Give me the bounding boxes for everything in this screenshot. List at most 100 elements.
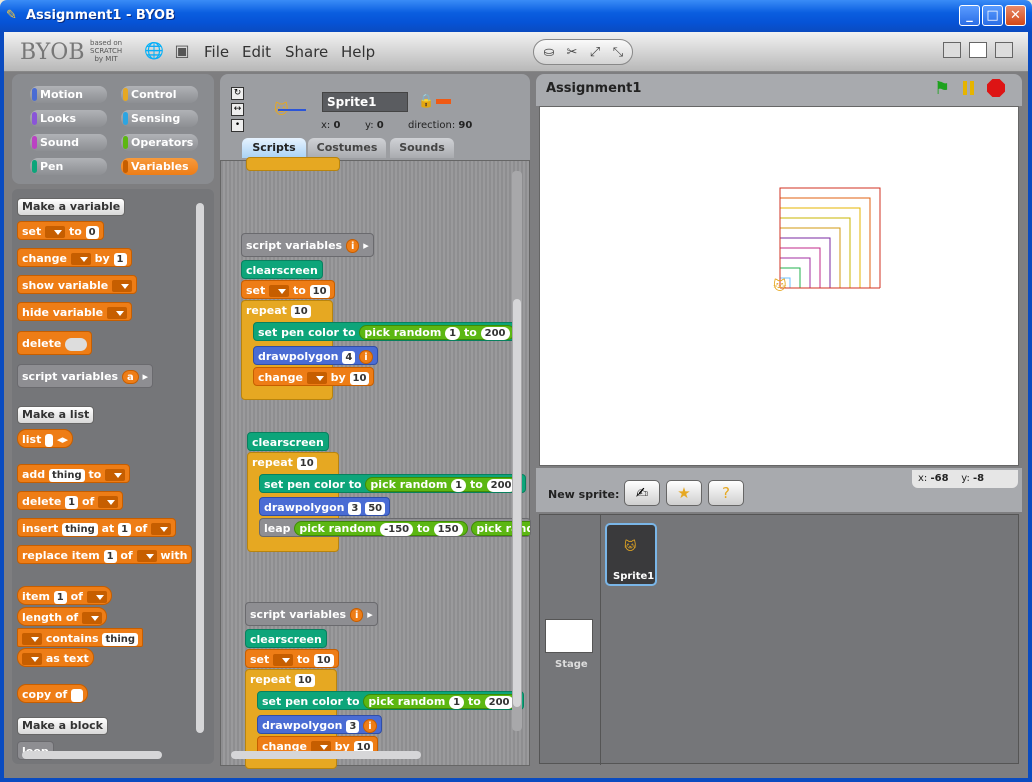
block-delete-of-list[interactable]: delete 1 of xyxy=(17,491,124,510)
category-looks[interactable]: Looks xyxy=(30,110,107,127)
variable-orb[interactable]: i xyxy=(359,350,373,364)
tab-sounds[interactable]: Sounds xyxy=(390,138,454,158)
block-drawpolygon[interactable]: drawpolygon 3 i xyxy=(257,715,382,734)
value-slot[interactable]: 1 xyxy=(103,549,117,563)
grow-icon[interactable]: ⤢ xyxy=(585,43,605,63)
tab-scripts[interactable]: Scripts xyxy=(242,138,306,158)
value-slot[interactable]: thing xyxy=(49,468,85,482)
dropdown-icon[interactable] xyxy=(98,496,119,508)
block-set-pen-color[interactable]: set pen color to pick random 1 to 200 xyxy=(257,691,524,710)
value-slot[interactable]: 10 xyxy=(290,304,311,318)
block-change-variable[interactable]: change by 10 xyxy=(253,367,375,386)
make-block-button[interactable]: Make a block xyxy=(17,717,108,735)
dropdown-icon[interactable] xyxy=(151,523,172,535)
category-control[interactable]: Control xyxy=(121,86,198,103)
surprise-sprite-icon[interactable]: ? xyxy=(708,480,744,506)
dropdown-icon[interactable] xyxy=(22,653,42,665)
stage-canvas[interactable]: 🐱 xyxy=(539,106,1019,466)
block-script-variables[interactable]: script variables a ▸ xyxy=(17,364,154,388)
variable-orb[interactable]: a xyxy=(121,370,139,384)
variable-orb[interactable]: i xyxy=(363,719,377,733)
block-show-variable[interactable]: show variable xyxy=(17,275,138,294)
scissors-icon[interactable]: ✂ xyxy=(562,43,582,63)
menu-file[interactable]: File xyxy=(204,43,229,61)
dropdown-icon[interactable] xyxy=(112,280,133,292)
sprite1-thumbnail[interactable]: 🐱 Sprite1 xyxy=(605,523,657,586)
stop-sign-icon[interactable] xyxy=(987,79,1005,97)
category-motion[interactable]: Motion xyxy=(30,86,107,103)
menu-edit[interactable]: Edit xyxy=(242,43,271,61)
dropdown-icon[interactable] xyxy=(136,550,157,562)
block-pick-random[interactable]: pick random 1 to 200 xyxy=(365,477,521,492)
palette-vertical-scrollbar[interactable] xyxy=(196,203,204,733)
value-slot[interactable]: 1 xyxy=(118,522,132,536)
block-replace-item[interactable]: replace item 1 of with xyxy=(17,545,193,564)
script-horizontal-scrollbar[interactable] xyxy=(231,751,421,759)
value-slot[interactable]: 1 xyxy=(65,495,79,509)
maximize-button[interactable]: □ xyxy=(982,5,1003,26)
block-add-to-list[interactable]: add thing to xyxy=(17,464,131,483)
block-change-variable[interactable]: change by 1 xyxy=(17,248,132,267)
block-set-variable[interactable]: set to 0 xyxy=(17,221,104,240)
dropdown-icon[interactable] xyxy=(22,633,42,645)
palette-horizontal-scrollbar[interactable] xyxy=(22,751,162,759)
layout-normal-stage-icon[interactable] xyxy=(969,42,987,58)
paint-new-sprite-icon[interactable]: ✍ xyxy=(624,480,660,506)
sprite-on-stage-icon[interactable]: 🐱 xyxy=(773,278,787,294)
save-icon[interactable]: ▣ xyxy=(172,41,192,61)
block-hide-variable[interactable]: hide variable xyxy=(17,302,132,321)
dropdown-icon[interactable] xyxy=(70,253,91,265)
block-leap[interactable]: leap pick random -150 to 150 pick rand xyxy=(259,518,531,537)
dropdown-icon[interactable] xyxy=(273,654,294,666)
value-slot[interactable]: 4 xyxy=(342,350,356,364)
variable-orb[interactable]: i xyxy=(345,239,360,253)
value-slot[interactable]: 150 xyxy=(433,522,463,536)
dropdown-icon[interactable] xyxy=(86,591,107,603)
dropdown-icon[interactable] xyxy=(82,612,103,624)
block-drawpolygon[interactable]: drawpolygon 3 50 xyxy=(259,497,391,516)
minimize-button[interactable]: _ xyxy=(959,5,980,26)
block-script-variables[interactable]: script variables i ▸ xyxy=(245,602,378,626)
value-slot[interactable]: -150 xyxy=(380,522,414,536)
block-clearscreen[interactable]: clearscreen xyxy=(247,432,329,451)
block-insert[interactable]: insert thing at 1 of xyxy=(17,518,177,537)
dropdown-icon[interactable] xyxy=(269,285,290,297)
block-pick-random[interactable]: pick random 1 to 200 xyxy=(363,694,519,709)
value-slot[interactable]: 0 xyxy=(85,225,99,239)
block-set-variable[interactable]: set to 10 xyxy=(241,280,335,299)
value-slot[interactable]: 1 xyxy=(53,590,67,604)
script-block-top-partial[interactable] xyxy=(246,157,340,171)
value-slot[interactable]: 3 xyxy=(346,719,360,733)
value-slot[interactable]: 1 xyxy=(113,252,127,266)
value-slot[interactable]: 50 xyxy=(365,501,386,515)
layout-small-stage-icon[interactable] xyxy=(943,42,961,58)
category-sound[interactable]: Sound xyxy=(30,134,107,151)
block-pick-random[interactable]: pick rand xyxy=(471,521,530,536)
category-variables[interactable]: Variables xyxy=(121,158,198,175)
make-list-button[interactable]: Make a list xyxy=(17,406,95,424)
block-set-pen-color[interactable]: set pen color to pick random 1 to 200 xyxy=(259,474,526,493)
globe-icon[interactable]: 🌐 xyxy=(144,41,164,61)
dropdown-icon[interactable] xyxy=(106,307,127,319)
block-delete[interactable]: delete xyxy=(17,331,93,355)
block-pick-random[interactable]: pick random -150 to 150 xyxy=(294,521,468,536)
no-rotate-icon[interactable]: • xyxy=(231,119,244,132)
list-slot[interactable] xyxy=(71,688,84,702)
value-slot[interactable]: 10 xyxy=(294,673,315,687)
shrink-icon[interactable]: ⤡ xyxy=(608,43,628,63)
folder-sprite-icon[interactable]: ★ xyxy=(666,480,702,506)
script-area[interactable]: script variables i ▸ clearscreen set to … xyxy=(220,157,531,769)
lock-icon[interactable]: 🔒 xyxy=(418,94,434,109)
value-slot[interactable]: 10 xyxy=(296,456,317,470)
value-slot[interactable]: 1 xyxy=(445,326,461,340)
variable-orb[interactable]: i xyxy=(349,608,364,622)
category-pen[interactable]: Pen xyxy=(30,158,107,175)
dropdown-icon[interactable] xyxy=(105,469,126,481)
block-list[interactable]: list ◂▸ xyxy=(17,429,74,448)
block-script-variables[interactable]: script variables i ▸ xyxy=(241,233,374,257)
make-variable-button[interactable]: Make a variable xyxy=(17,198,126,216)
value-slot[interactable]: 10 xyxy=(309,284,330,298)
block-copy-of[interactable]: copy of xyxy=(17,684,89,703)
tab-costumes[interactable]: Costumes xyxy=(308,138,386,158)
value-slot[interactable]: 10 xyxy=(349,371,370,385)
